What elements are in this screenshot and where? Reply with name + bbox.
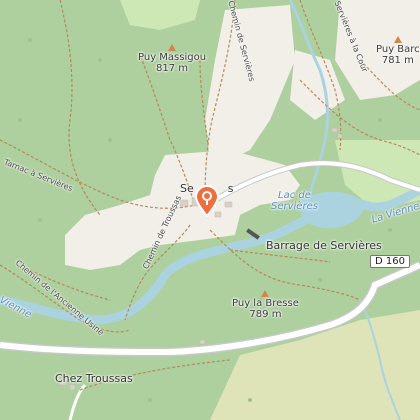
peak-puy-massigou: Puy Massigou 817 m: [138, 44, 206, 74]
lake-label-line2: Servières: [271, 201, 318, 212]
map-canvas[interactable]: Puy Massigou 817 m Puy Barc 781 m Puy la…: [0, 0, 420, 420]
location-pin-icon[interactable]: [194, 185, 220, 217]
lake-label: Lac de Servières: [271, 190, 318, 212]
peak-icon: [261, 290, 270, 297]
peak-icon: [393, 36, 402, 43]
village-label-end: s: [227, 182, 234, 195]
peak-puy-la-bresse: Puy la Bresse 789 m: [232, 290, 299, 320]
road-ref-badge: D 160: [370, 255, 410, 268]
peak-name: Puy Barc: [376, 44, 420, 55]
peak-elevation: 817 m: [156, 63, 189, 74]
hamlet-label: Chez Troussas: [55, 372, 133, 385]
peak-name: Puy Massigou: [138, 52, 207, 63]
peak-elevation: 781 m: [381, 55, 414, 66]
peak-icon: [168, 44, 177, 51]
peak-elevation: 789 m: [249, 309, 282, 320]
dam-label: Barrage de Servières: [266, 239, 382, 252]
peak-name: Puy la Bresse: [232, 298, 299, 309]
peak-puy-barc: Puy Barc 781 m: [376, 36, 420, 66]
lake-label-line1: Lac de: [278, 190, 311, 201]
village-label-start: Se: [180, 182, 194, 195]
